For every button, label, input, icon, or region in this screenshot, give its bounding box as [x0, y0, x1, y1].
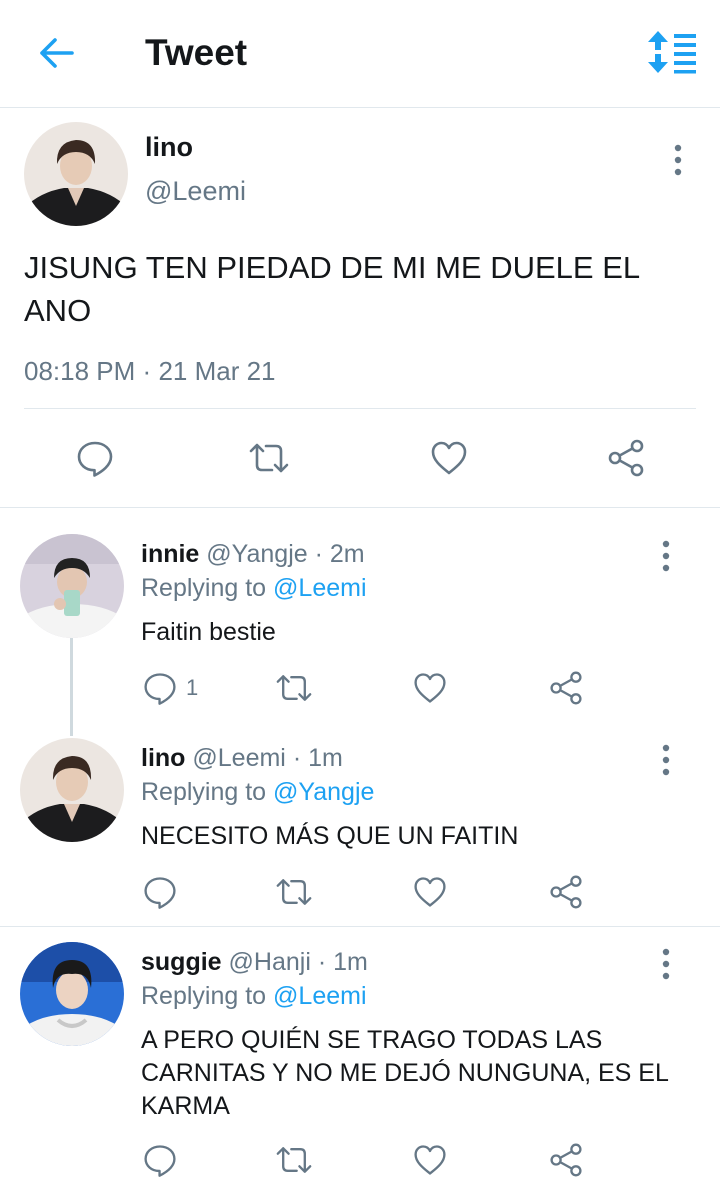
divider [24, 408, 696, 409]
divider [0, 926, 720, 927]
reply-icon [75, 438, 115, 478]
replying-to: Replying to @Leemi [141, 574, 367, 603]
author-name[interactable]: lino [145, 132, 193, 163]
more-vertical-icon [668, 142, 688, 178]
share-button[interactable] [606, 438, 646, 478]
avatar[interactable] [20, 534, 124, 638]
tweet-timestamp: 08:18 PM · 21 Mar 21 [24, 356, 276, 387]
replying-to-label: Replying to [141, 982, 267, 1010]
more-options-button[interactable] [656, 742, 676, 778]
reply-icon [142, 874, 178, 910]
like-button[interactable] [412, 670, 448, 706]
reply-count: 1 [186, 675, 199, 700]
share-button[interactable] [548, 1142, 584, 1178]
like-button[interactable] [429, 438, 469, 478]
more-options-button[interactable] [656, 538, 676, 574]
reply-button[interactable]: 1 [142, 670, 198, 706]
tweet-time: 1m [333, 948, 368, 976]
sort-arrows-icon [648, 31, 696, 74]
reply-header: lino @Leemi · 1m [141, 744, 343, 773]
like-button[interactable] [412, 1142, 448, 1178]
reply-tweet[interactable]: innie @Yangje · 2m Replying to @Leemi Fa… [0, 510, 720, 736]
share-icon [548, 874, 584, 910]
meta-separator: · [142, 356, 152, 386]
replying-to: Replying to @Yangje [141, 778, 374, 807]
heart-icon [429, 438, 469, 478]
reply-icon [142, 670, 178, 706]
retweet-button[interactable] [274, 874, 314, 910]
retweet-icon [246, 438, 292, 478]
tweet-actions [0, 438, 720, 482]
author-handle[interactable]: @Leemi [145, 176, 246, 207]
tweet-actions: 1 [0, 670, 720, 710]
heart-icon [412, 874, 448, 910]
tweet-text: Faitin bestie [141, 618, 276, 646]
arrow-left-icon [40, 38, 74, 68]
share-button[interactable] [548, 874, 584, 910]
tweet-actions [0, 874, 720, 914]
main-tweet: lino @Leemi JISUNG TEN PIEDAD DE MI ME D… [0, 108, 720, 508]
more-vertical-icon [656, 538, 676, 574]
share-icon [606, 438, 646, 478]
mention-link[interactable]: @Yangje [273, 778, 374, 806]
tweet-time: 08:18 PM [24, 356, 136, 386]
tweet-text: A PERO QUIÉN SE TRAGO TODAS LAS CARNITAS… [141, 1026, 668, 1120]
like-button[interactable] [412, 874, 448, 910]
top-app-bar: Tweet [0, 0, 720, 108]
reply-button[interactable] [75, 438, 115, 478]
author-handle[interactable]: @Hanji [229, 948, 311, 976]
page-title: Tweet [145, 32, 248, 73]
meta-separator: · [314, 540, 323, 568]
avatar[interactable] [20, 942, 124, 1046]
author-handle[interactable]: @Yangje [206, 540, 307, 568]
avatar[interactable] [24, 122, 128, 226]
reply-icon [142, 1142, 178, 1178]
reply-header: innie @Yangje · 2m [141, 540, 365, 569]
reply-button[interactable] [142, 874, 186, 910]
share-icon [548, 670, 584, 706]
reply-tweet[interactable]: lino @Leemi · 1m Replying to @Yangje NEC… [0, 726, 720, 926]
tweet-text: NECESITO MÁS QUE UN FAITIN [141, 822, 519, 850]
tweet-date: 21 Mar 21 [158, 356, 276, 386]
author-name[interactable]: suggie [141, 948, 222, 976]
reply-tweet[interactable]: suggie @Hanji · 1m Replying to @Leemi A … [0, 928, 720, 1200]
retweet-icon [274, 874, 314, 910]
heart-icon [412, 1142, 448, 1178]
author-name[interactable]: lino [141, 744, 185, 772]
more-options-button[interactable] [656, 946, 676, 982]
reply-header: suggie @Hanji · 1m [141, 948, 368, 977]
author-name[interactable]: innie [141, 540, 199, 568]
back-button[interactable] [36, 33, 76, 73]
replying-to-label: Replying to [141, 778, 267, 806]
share-button[interactable] [548, 670, 584, 706]
heart-icon [412, 670, 448, 706]
retweet-icon [274, 1142, 314, 1178]
share-icon [548, 1142, 584, 1178]
retweet-button[interactable] [246, 438, 292, 478]
reply-button[interactable] [142, 1142, 186, 1178]
mention-link[interactable]: @Leemi [273, 574, 366, 602]
more-vertical-icon [656, 946, 676, 982]
sort-button[interactable] [646, 30, 698, 74]
tweet-time: 2m [329, 540, 365, 568]
more-options-button[interactable] [668, 142, 688, 178]
mention-link[interactable]: @Leemi [273, 982, 366, 1010]
meta-separator: · [292, 744, 302, 772]
tweet-text: JISUNG TEN PIEDAD DE MI ME DUELE EL ANO [24, 250, 639, 328]
retweet-button[interactable] [274, 1142, 314, 1178]
tweet-actions [0, 1142, 720, 1182]
replying-to: Replying to @Leemi [141, 982, 367, 1011]
retweet-icon [274, 670, 314, 706]
more-vertical-icon [656, 742, 676, 778]
meta-separator: · [317, 948, 327, 976]
retweet-button[interactable] [274, 670, 314, 706]
replying-to-label: Replying to [141, 574, 267, 602]
tweet-time: 1m [308, 744, 343, 772]
avatar[interactable] [20, 738, 124, 842]
author-handle[interactable]: @Leemi [192, 744, 285, 772]
